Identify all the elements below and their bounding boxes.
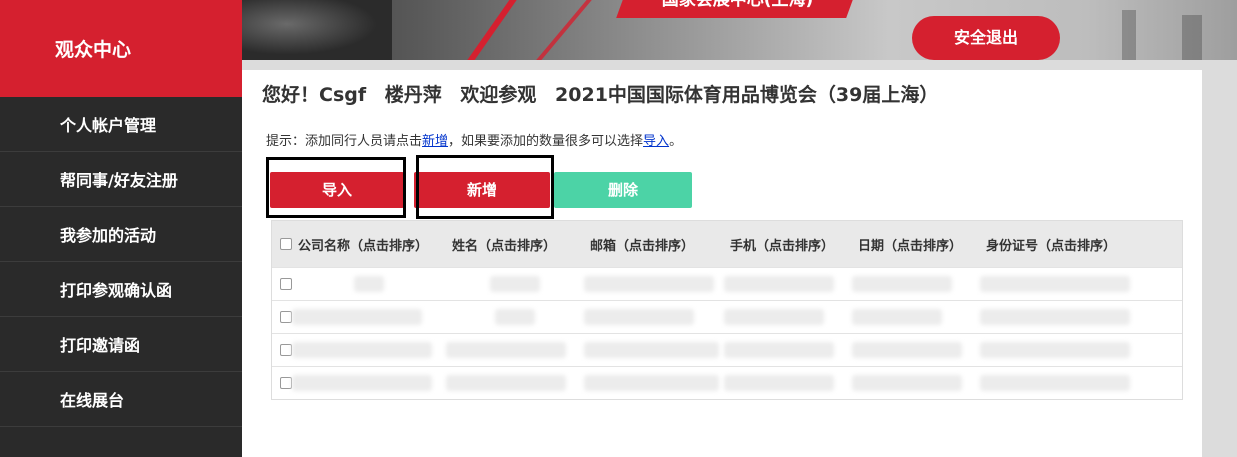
cell-email-redacted <box>584 276 724 292</box>
header-banner: 国家会展中心(上海) <box>242 0 1237 60</box>
column-id-number[interactable]: 身份证号（点击排序） <box>980 235 1140 254</box>
cell-id-redacted <box>980 276 1140 292</box>
sidebar-item-account[interactable]: 个人帐户管理 <box>0 97 242 152</box>
sidebar-item-register-colleague[interactable]: 帮同事/好友注册 <box>0 152 242 207</box>
cell-id-redacted <box>980 309 1140 325</box>
column-email[interactable]: 邮箱（点击排序） <box>584 235 724 254</box>
cell-id-redacted <box>980 375 1140 391</box>
cell-date-redacted <box>852 375 980 391</box>
column-company[interactable]: 公司名称（点击排序） <box>292 235 446 254</box>
welcome-text: 欢迎参观 <box>460 84 537 106</box>
row-checkbox[interactable] <box>280 344 292 356</box>
tip-text: 提示：添加同行人员请点击新增，如果要添加的数量很多可以选择导入。 <box>266 130 682 149</box>
logout-button[interactable]: 安全退出 <box>912 16 1060 60</box>
venue-tag: 国家会展中心(上海) <box>616 0 858 18</box>
cell-email-redacted <box>584 309 724 325</box>
cell-date-redacted <box>852 309 980 325</box>
cell-company-redacted <box>292 375 446 391</box>
cell-name-redacted <box>446 342 584 358</box>
tip-prefix: 提示：添加同行人员请点击 <box>266 134 423 149</box>
welcome-message: 您好！Csgf 楼丹萍 欢迎参观 2021中国国际体育用品博览会（39届上海） <box>262 80 950 107</box>
cell-date-redacted <box>852 342 980 358</box>
companion-table: 公司名称（点击排序） 姓名（点击排序） 邮箱（点击排序） 手机（点击排序） 日期… <box>271 220 1183 400</box>
cell-date-redacted <box>852 276 980 292</box>
sidebar-item-my-activities[interactable]: 我参加的活动 <box>0 207 242 262</box>
column-date[interactable]: 日期（点击排序） <box>852 235 980 254</box>
welcome-event-name: 2021中国国际体育用品博览会（39届上海） <box>555 84 939 106</box>
sidebar-item-print-confirmation[interactable]: 打印参观确认函 <box>0 262 242 317</box>
cell-company-redacted <box>292 276 446 292</box>
cell-company-redacted <box>292 309 446 325</box>
cell-phone-redacted <box>724 276 852 292</box>
table-header: 公司名称（点击排序） 姓名（点击排序） 邮箱（点击排序） 手机（点击排序） 日期… <box>272 221 1182 267</box>
table-row[interactable] <box>272 366 1182 399</box>
row-checkbox[interactable] <box>280 311 292 323</box>
tip-middle: ，如果要添加的数量很多可以选择 <box>448 134 644 149</box>
sidebar-title: 观众中心 <box>0 0 242 97</box>
sidebar-item-online-booth[interactable]: 在线展台 <box>0 372 242 427</box>
venue-tag-label: 国家会展中心(上海) <box>661 0 814 10</box>
cell-phone-redacted <box>724 342 852 358</box>
skyline-shape <box>1122 10 1136 60</box>
table-row[interactable] <box>272 333 1182 366</box>
column-phone[interactable]: 手机（点击排序） <box>724 235 852 254</box>
sidebar: 观众中心 个人帐户管理 帮同事/好友注册 我参加的活动 打印参观确认函 打印邀请… <box>0 0 242 457</box>
banner-image <box>242 0 392 60</box>
highlight-box <box>266 157 406 218</box>
welcome-user-name: 楼丹萍 <box>384 84 442 106</box>
tip-suffix: 。 <box>669 134 683 149</box>
select-all-checkbox[interactable] <box>280 238 292 250</box>
table-row[interactable] <box>272 300 1182 333</box>
table-row[interactable] <box>272 267 1182 300</box>
main-panel: 您好！Csgf 楼丹萍 欢迎参观 2021中国国际体育用品博览会（39届上海） … <box>242 70 1202 457</box>
welcome-greeting: 您好！Csgf <box>262 84 367 106</box>
cell-email-redacted <box>584 342 724 358</box>
tip-add-link[interactable]: 新增 <box>422 134 448 149</box>
row-checkbox[interactable] <box>280 377 292 389</box>
tip-import-link[interactable]: 导入 <box>643 134 669 149</box>
cell-id-redacted <box>980 342 1140 358</box>
cell-phone-redacted <box>724 375 852 391</box>
banner-stripe <box>448 0 522 60</box>
cell-phone-redacted <box>724 309 852 325</box>
skyline-shape <box>1182 15 1202 60</box>
highlight-box <box>416 155 554 219</box>
cell-name-redacted <box>446 276 584 292</box>
row-checkbox[interactable] <box>280 278 292 290</box>
cell-company-redacted <box>292 342 446 358</box>
banner-stripe <box>523 0 605 60</box>
column-name[interactable]: 姓名（点击排序） <box>446 235 584 254</box>
delete-button[interactable]: 删除 <box>554 172 692 208</box>
sidebar-item-print-invitation[interactable]: 打印邀请函 <box>0 317 242 372</box>
cell-name-redacted <box>446 309 584 325</box>
cell-email-redacted <box>584 375 724 391</box>
cell-name-redacted <box>446 375 584 391</box>
